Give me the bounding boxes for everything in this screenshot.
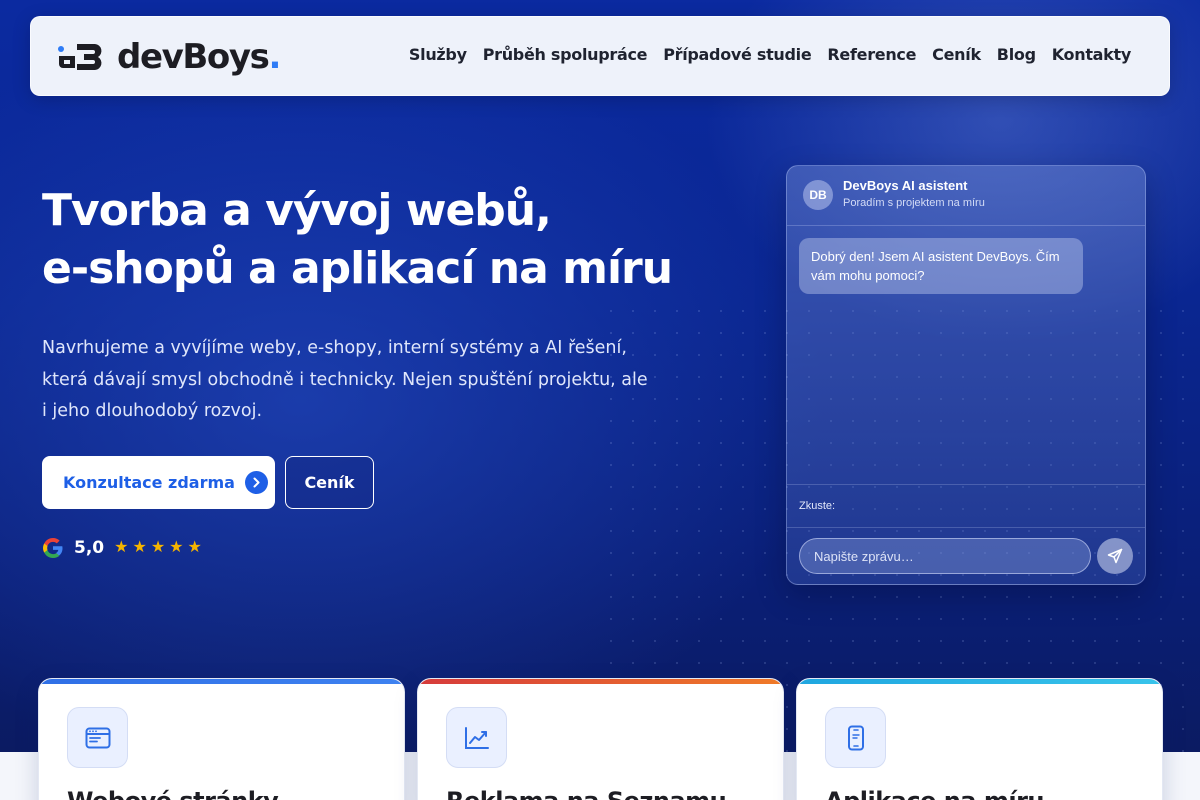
service-card-websites[interactable]: Webové stránky: [38, 678, 405, 800]
star-icon: ★: [114, 539, 129, 556]
service-card-seznam-ads[interactable]: Reklama na Seznamu: [417, 678, 784, 800]
browser-icon: [67, 707, 128, 768]
pricing-button[interactable]: Ceník: [285, 456, 374, 509]
brand-logo[interactable]: devBoys.: [57, 37, 281, 77]
chat-greeting-message: Dobrý den! Jsem AI asistent DevBoys. Čím…: [799, 238, 1083, 294]
chat-suggestions: Zkuste:: [787, 484, 1145, 528]
phone-icon: [825, 707, 886, 768]
nav-item-pripadove-studie[interactable]: Případové studie: [663, 45, 812, 64]
chat-suggestions-label: Zkuste:: [799, 500, 836, 512]
brand-name: devBoys: [117, 37, 270, 77]
ai-chat-widget: DB DevBoys AI asistent Poradím s projekt…: [786, 165, 1146, 585]
chat-send-button[interactable]: [1097, 538, 1133, 574]
star-icon: ★: [132, 539, 147, 556]
chevron-right-icon: [244, 471, 268, 494]
send-icon: [1107, 548, 1123, 564]
star-icon: ★: [150, 539, 166, 556]
service-card-custom-apps[interactable]: Aplikace na míru: [796, 678, 1163, 800]
chat-message-input[interactable]: [799, 538, 1091, 574]
star-icon: ★: [169, 539, 184, 556]
main-nav: Služby Průběh spolupráce Případové studi…: [409, 45, 1131, 64]
hero-title: Tvorba a vývoj webů, e-shopů a aplikací …: [42, 182, 742, 298]
card-title: Reklama na Seznamu: [446, 787, 727, 800]
rating-stars: ★ ★ ★ ★ ★: [114, 540, 202, 556]
card-title: Aplikace na míru: [825, 787, 1045, 800]
card-accent-bar: [797, 679, 1162, 684]
chat-header: DB DevBoys AI asistent Poradím s projekt…: [787, 166, 1145, 226]
nav-item-sluzby[interactable]: Služby: [409, 45, 467, 64]
chat-assistant-tagline: Poradím s projektem na míru: [843, 197, 985, 209]
rating-value: 5,0: [74, 538, 105, 558]
chat-assistant-name: DevBoys AI asistent: [843, 178, 968, 193]
site-header: devBoys. Služby Průběh spolupráce Případ…: [30, 16, 1170, 96]
card-accent-bar: [418, 679, 783, 684]
chat-avatar: DB: [803, 180, 833, 210]
nav-item-kontakty[interactable]: Kontakty: [1052, 45, 1132, 64]
nav-item-blog[interactable]: Blog: [997, 45, 1036, 64]
google-rating: 5,0 ★ ★ ★ ★ ★: [42, 537, 202, 559]
google-icon: [43, 538, 63, 558]
nav-item-reference[interactable]: Reference: [827, 45, 916, 64]
card-accent-bar: [39, 679, 404, 684]
brand-dot: .: [268, 37, 281, 77]
star-icon: ★: [187, 539, 202, 556]
nav-item-cenik[interactable]: Ceník: [932, 45, 981, 64]
card-title: Webové stránky: [67, 787, 279, 800]
nav-item-prubeh-spoluprace[interactable]: Průběh spolupráce: [483, 45, 648, 64]
hero-title-line-1: Tvorba a vývoj webů,: [42, 185, 552, 236]
chart-icon: [446, 707, 507, 768]
consultation-button[interactable]: Konzultace zdarma: [42, 456, 275, 509]
devboys-logo-icon: [58, 44, 102, 70]
consultation-button-label: Konzultace zdarma: [63, 473, 235, 492]
hero-title-line-2: e-shopů a aplikací na míru: [42, 243, 673, 294]
hero-subtitle: Navrhujeme a vyvíjíme weby, e-shopy, int…: [42, 338, 648, 421]
